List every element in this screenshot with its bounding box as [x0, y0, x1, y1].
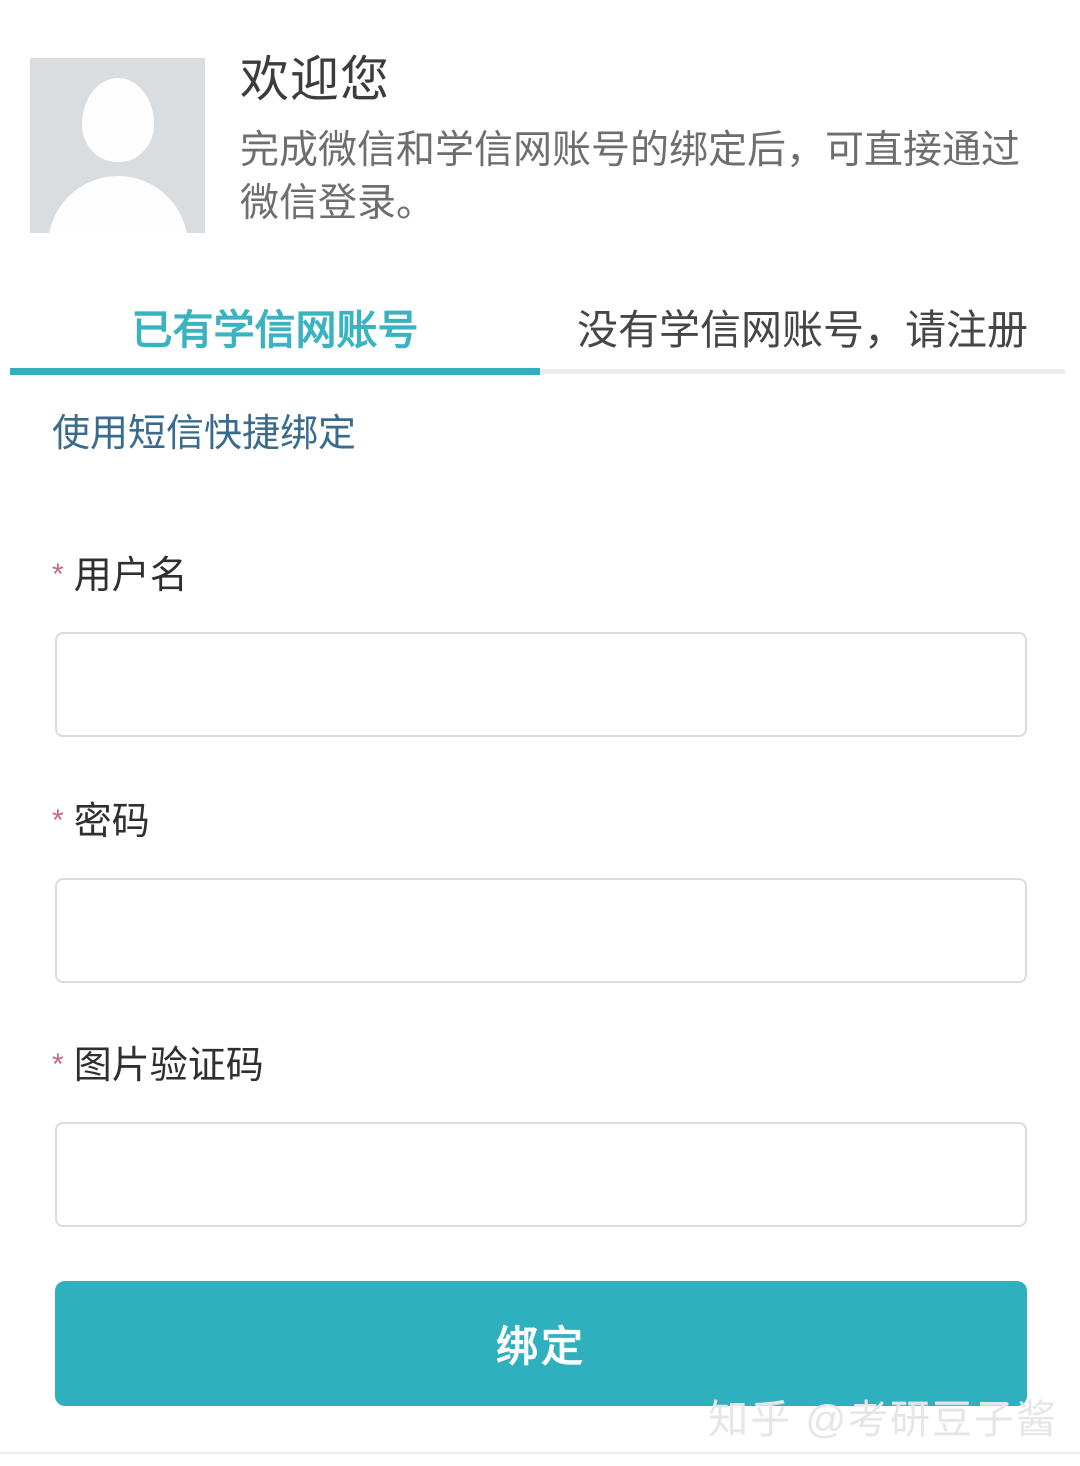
page-subtitle: 完成微信和学信网账号的绑定后，可直接通过微信登录。	[240, 129, 1021, 225]
page-title: 欢迎您	[240, 53, 391, 107]
password-label: * 密码	[52, 798, 150, 845]
username-label-text: 用户名	[73, 555, 188, 597]
tab-active-underline	[10, 368, 540, 375]
captcha-input[interactable]	[55, 1122, 1027, 1227]
captcha-field-group: * 图片验证码	[0, 1042, 1080, 1232]
username-input[interactable]	[55, 632, 1027, 737]
tab-register-account[interactable]: 没有学信网账号，请注册	[540, 284, 1065, 368]
required-asterisk-icon: *	[52, 558, 64, 591]
captcha-label: * 图片验证码	[52, 1042, 264, 1089]
header-text-block: 欢迎您 完成微信和学信网账号的绑定后，可直接通过微信登录。	[240, 50, 1050, 230]
wechat-bind-page: 欢迎您 完成微信和学信网账号的绑定后，可直接通过微信登录。 已有学信网账号 没有…	[0, 0, 1080, 1466]
default-user-avatar-icon	[30, 58, 205, 233]
captcha-label-text: 图片验证码	[73, 1045, 264, 1087]
avatar-body-shape	[47, 176, 188, 233]
password-field-group: * 密码	[0, 798, 1080, 988]
bind-submit-button[interactable]: 绑定	[55, 1281, 1027, 1406]
sms-quick-bind-link[interactable]: 使用短信快捷绑定	[52, 410, 356, 458]
password-input[interactable]	[55, 878, 1027, 983]
avatar-head-shape	[81, 78, 154, 162]
required-asterisk-icon: *	[52, 804, 64, 837]
required-asterisk-icon: *	[52, 1048, 64, 1081]
zhihu-watermark: 知乎 @考研豆子酱	[708, 1398, 1058, 1442]
page-header: 欢迎您 完成微信和学信网账号的绑定后，可直接通过微信登录。	[0, 0, 1080, 282]
username-field-group: * 用户名	[0, 552, 1080, 742]
tab-bar: 已有学信网账号 没有学信网账号，请注册	[0, 284, 1080, 368]
bottom-divider	[0, 1452, 1080, 1454]
password-label-text: 密码	[73, 801, 150, 843]
username-label: * 用户名	[52, 552, 188, 599]
tab-existing-account[interactable]: 已有学信网账号	[10, 284, 540, 368]
